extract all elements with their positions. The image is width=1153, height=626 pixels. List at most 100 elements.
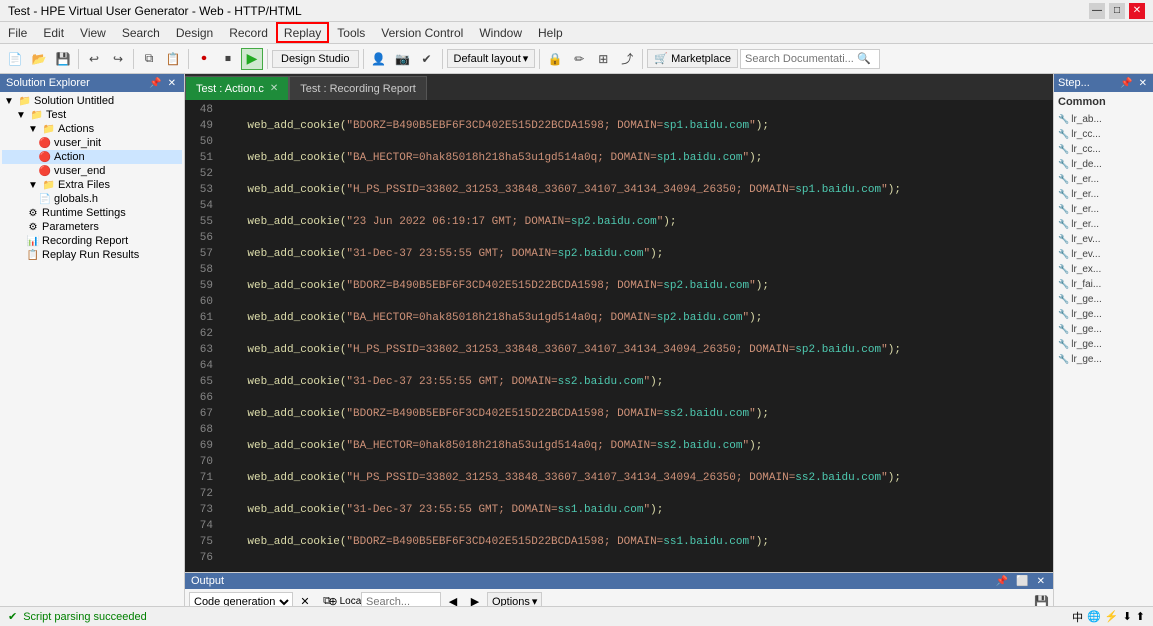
- menu-replay[interactable]: Replay: [276, 22, 329, 43]
- step-item[interactable]: 🔧lr_er...: [1058, 172, 1149, 187]
- tree-item-vuser-init[interactable]: 🔴 vuser_init: [2, 136, 182, 150]
- menu-file[interactable]: File: [0, 22, 35, 43]
- menu-version-control[interactable]: Version Control: [373, 22, 471, 43]
- menu-window[interactable]: Window: [471, 22, 530, 43]
- menu-design[interactable]: Design: [168, 22, 221, 43]
- tree-item-runtime-settings[interactable]: ⚙ Runtime Settings: [2, 206, 182, 220]
- step-icon: 🔧: [1058, 204, 1069, 215]
- maximize-button[interactable]: □: [1109, 3, 1125, 19]
- step-item[interactable]: 🔧lr_ge...: [1058, 337, 1149, 352]
- code-line: 61 web_add_cookie("BA_HECTOR=0hak85018h2…: [185, 312, 1053, 328]
- step-item[interactable]: 🔧lr_ev...: [1058, 232, 1149, 247]
- step-item[interactable]: 🔧lr_ge...: [1058, 292, 1149, 307]
- step-item[interactable]: 🔧lr_ex...: [1058, 262, 1149, 277]
- output-search-input[interactable]: [361, 592, 441, 607]
- step-item[interactable]: 🔧lr_er...: [1058, 187, 1149, 202]
- tb-new-button[interactable]: 📄: [4, 48, 26, 70]
- se-close-button[interactable]: ✕: [166, 78, 178, 89]
- step-pin-button[interactable]: 📌: [1118, 78, 1134, 89]
- tree-item-recording-report[interactable]: 📊 Recording Report: [2, 234, 182, 248]
- menu-edit[interactable]: Edit: [35, 22, 72, 43]
- output-close-button[interactable]: ✕: [1035, 576, 1047, 587]
- se-pin-button[interactable]: 📌: [147, 78, 163, 89]
- output-save-button[interactable]: 💾: [1034, 595, 1049, 607]
- step-item[interactable]: 🔧lr_ge...: [1058, 307, 1149, 322]
- status-lang: 中: [1072, 609, 1083, 625]
- status-right: 中 🌐 ⚡ ⬇ ⬆: [1072, 609, 1145, 625]
- step-item[interactable]: 🔧lr_cc...: [1058, 142, 1149, 157]
- tree-item-test[interactable]: ▼ 📁 Test: [2, 108, 182, 122]
- code-line: 65 web_add_cookie("31-Dec-37 23:55:55 GM…: [185, 376, 1053, 392]
- tree-item-actions[interactable]: ▼ 📁 Actions: [2, 122, 182, 136]
- tb-play-button[interactable]: ▶: [241, 48, 263, 70]
- tb-export-icon[interactable]: ⤴: [616, 48, 638, 70]
- output-float-button[interactable]: ⬜: [1014, 576, 1030, 587]
- output-pin-button[interactable]: 📌: [994, 576, 1010, 587]
- tab-recording-report[interactable]: Test : Recording Report: [289, 76, 427, 100]
- tb-pen-icon[interactable]: ✏: [568, 48, 590, 70]
- tree-item-solution[interactable]: ▼ 📁 Solution Untitled: [2, 94, 182, 108]
- file-icon: 📄: [38, 194, 52, 205]
- tb-paste-button[interactable]: 📋: [162, 48, 184, 70]
- tb-vus-button[interactable]: 👤: [368, 48, 390, 70]
- tb-marketplace-button[interactable]: 🛒 Marketplace: [647, 49, 738, 68]
- step-icon: 🔧: [1058, 189, 1069, 200]
- output-search-prev-button[interactable]: ◀: [443, 592, 463, 607]
- step-item[interactable]: 🔧lr_er...: [1058, 217, 1149, 232]
- code-line: 54: [185, 200, 1053, 216]
- step-item[interactable]: 🔧lr_de...: [1058, 157, 1149, 172]
- tab-action-c[interactable]: Test : Action.c ✕: [185, 76, 289, 100]
- tb-record-stop-button[interactable]: ⏹: [217, 48, 239, 70]
- output-options-button[interactable]: Options ▾: [487, 592, 542, 607]
- minimize-button[interactable]: —: [1089, 3, 1105, 19]
- tb-undo-button[interactable]: ↩: [83, 48, 105, 70]
- tree-item-vuser-end[interactable]: 🔴 vuser_end: [2, 164, 182, 178]
- step-item[interactable]: 🔧lr_ab...: [1058, 112, 1149, 127]
- tree-item-extra-files[interactable]: ▼ 📁 Extra Files: [2, 178, 182, 192]
- menu-search[interactable]: Search: [114, 22, 168, 43]
- tb-lock-icon[interactable]: 🔒: [544, 48, 566, 70]
- menu-view[interactable]: View: [72, 22, 114, 43]
- code-line: 71 web_add_cookie("H_PS_PSSID=33802_3125…: [185, 472, 1053, 488]
- search-documentation-input[interactable]: [745, 53, 855, 65]
- step-item[interactable]: 🔧lr_cc...: [1058, 127, 1149, 142]
- editor-area: Test : Action.c ✕ Test : Recording Repor…: [185, 74, 1053, 572]
- step-item[interactable]: 🔧lr_fai...: [1058, 277, 1149, 292]
- menu-record[interactable]: Record: [221, 22, 276, 43]
- menu-help[interactable]: Help: [530, 22, 571, 43]
- tree-item-action[interactable]: 🔴 Action: [2, 150, 182, 164]
- output-locate-button[interactable]: ⊕ Locate: [339, 592, 359, 607]
- step-label: lr_ev...: [1071, 234, 1100, 245]
- tb-open-button[interactable]: 📂: [28, 48, 50, 70]
- close-button[interactable]: ✕: [1129, 3, 1145, 19]
- menu-tools[interactable]: Tools: [329, 22, 373, 43]
- search-icon: 🔍: [857, 52, 871, 65]
- tab-label: Test : Recording Report: [300, 83, 416, 95]
- tb-save-button[interactable]: 💾: [52, 48, 74, 70]
- tb-copy-button[interactable]: ⧉: [138, 48, 160, 70]
- tree-item-replay-run-results[interactable]: 📋 Replay Run Results: [2, 248, 182, 262]
- output-title: Output: [191, 575, 224, 587]
- step-icon: 🔧: [1058, 309, 1069, 320]
- output-clear-button[interactable]: ✕: [295, 592, 315, 607]
- output-mode-select[interactable]: Code generation: [189, 592, 293, 607]
- tb-default-layout-button[interactable]: Default layout ▾: [447, 49, 536, 68]
- tb-snapshot-button[interactable]: 📷: [392, 48, 414, 70]
- step-close-button[interactable]: ✕: [1137, 78, 1149, 89]
- step-item[interactable]: 🔧lr_ge...: [1058, 322, 1149, 337]
- tb-checkmark-button[interactable]: ✔: [416, 48, 438, 70]
- tree-item-parameters[interactable]: ⚙ Parameters: [2, 220, 182, 234]
- code-editor[interactable]: 48 49 web_add_cookie("BDORZ=B490B5EBF6F3…: [185, 100, 1053, 572]
- step-item[interactable]: 🔧lr_ev...: [1058, 247, 1149, 262]
- tab-close-icon[interactable]: ✕: [270, 83, 278, 94]
- tb-record-start-button[interactable]: ⏺: [193, 48, 215, 70]
- tree-item-globals[interactable]: 📄 globals.h: [2, 192, 182, 206]
- output-search-next-button[interactable]: ▶: [465, 592, 485, 607]
- step-item[interactable]: 🔧lr_er...: [1058, 202, 1149, 217]
- step-item[interactable]: 🔧lr_ge...: [1058, 352, 1149, 367]
- step-icon: 🔧: [1058, 264, 1069, 275]
- tb-redo-button[interactable]: ↪: [107, 48, 129, 70]
- locate-icon: ⊕: [328, 595, 337, 606]
- tb-grid-icon[interactable]: ⊞: [592, 48, 614, 70]
- tb-design-studio-button[interactable]: Design Studio: [272, 50, 359, 68]
